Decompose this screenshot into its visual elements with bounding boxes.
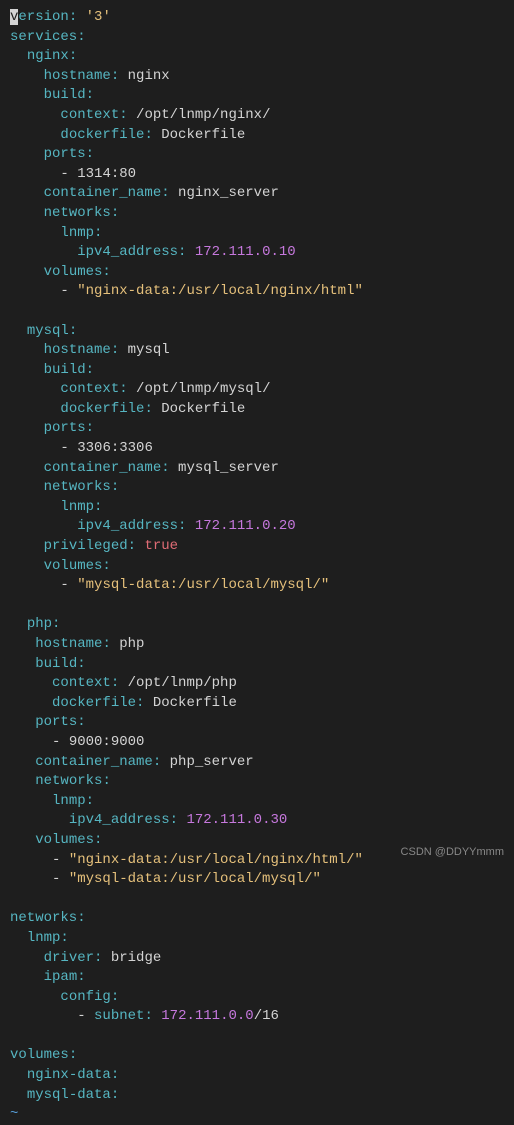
yaml-key: lnmp <box>52 793 86 809</box>
yaml-key: build <box>35 656 77 672</box>
yaml-key: hostname <box>44 68 111 84</box>
yaml-key: networks <box>44 479 111 495</box>
yaml-key: hostname <box>35 636 102 652</box>
yaml-key: nginx-data <box>27 1067 111 1083</box>
yaml-key: volumes <box>35 832 94 848</box>
yaml-value: /opt/lnmp/nginx/ <box>136 107 270 123</box>
watermark: CSDN @DDYYmmm <box>401 845 504 860</box>
yaml-string: "nginx-data:/usr/local/nginx/html" <box>77 283 363 299</box>
yaml-key: dockerfile <box>52 695 136 711</box>
yaml-key: ipv4_address <box>77 518 178 534</box>
yaml-key: ports <box>44 420 86 436</box>
yaml-key: context <box>60 381 119 397</box>
service-nginx: nginx <box>27 48 69 64</box>
yaml-key: ipv4_address <box>69 812 170 828</box>
yaml-string: "nginx-data:/usr/local/nginx/html/" <box>69 852 363 868</box>
yaml-key: ports <box>44 146 86 162</box>
yaml-key: networks <box>10 910 77 926</box>
yaml-string: "mysql-data:/usr/local/mysql/" <box>69 871 321 887</box>
yaml-key: context <box>60 107 119 123</box>
yaml-key: networks <box>44 205 111 221</box>
yaml-value: 1314:80 <box>77 166 136 182</box>
yaml-key: ports <box>35 714 77 730</box>
yaml-key: context <box>52 675 111 691</box>
yaml-key: container_name <box>44 185 162 201</box>
yaml-key: lnmp <box>60 499 94 515</box>
service-php: php <box>27 616 52 632</box>
yaml-value: bridge <box>111 950 161 966</box>
yaml-key: mysql-data <box>27 1087 111 1103</box>
ip-address: 172.111.0.10 <box>195 244 296 260</box>
yaml-value: Dockerfile <box>161 401 245 417</box>
yaml-key: volumes <box>44 264 103 280</box>
yaml-value: 3306:3306 <box>77 440 153 456</box>
yaml-key: dockerfile <box>60 401 144 417</box>
yaml-key: lnmp <box>60 225 94 241</box>
service-mysql: mysql <box>27 323 69 339</box>
yaml-value: Dockerfile <box>161 127 245 143</box>
yaml-bool: true <box>144 538 178 554</box>
yaml-string: "mysql-data:/usr/local/mysql/" <box>77 577 329 593</box>
yaml-key: lnmp <box>27 930 61 946</box>
yaml-key: networks <box>35 773 102 789</box>
ip-address: 172.111.0.30 <box>186 812 287 828</box>
yaml-value: 9000:9000 <box>69 734 145 750</box>
ip-address: 172.111.0.20 <box>195 518 296 534</box>
yaml-key: ipv4_address <box>77 244 178 260</box>
subnet-mask: /16 <box>254 1008 279 1024</box>
yaml-value: nginx_server <box>178 185 279 201</box>
yaml-code-block: version: '3' services: nginx: hostname: … <box>10 8 504 1125</box>
vim-tilde: ~ <box>10 1106 18 1122</box>
yaml-value: /opt/lnmp/mysql/ <box>136 381 270 397</box>
yaml-key: hostname <box>44 342 111 358</box>
yaml-key: services <box>10 29 77 45</box>
yaml-key: container_name <box>35 754 153 770</box>
yaml-key: driver <box>44 950 94 966</box>
yaml-key: privileged <box>44 538 128 554</box>
yaml-key: ersion <box>18 9 68 25</box>
yaml-value: Dockerfile <box>153 695 237 711</box>
yaml-value: nginx <box>128 68 170 84</box>
yaml-value: php_server <box>170 754 254 770</box>
yaml-string: '3' <box>86 9 111 25</box>
yaml-key: dockerfile <box>60 127 144 143</box>
yaml-key: build <box>44 87 86 103</box>
yaml-value: mysql <box>128 342 170 358</box>
yaml-key: container_name <box>44 460 162 476</box>
ip-address: 172.111.0.0 <box>161 1008 253 1024</box>
yaml-key: volumes <box>10 1047 69 1063</box>
yaml-value: /opt/lnmp/php <box>128 675 237 691</box>
yaml-key: build <box>44 362 86 378</box>
yaml-key: ipam <box>44 969 78 985</box>
yaml-key: subnet <box>94 1008 144 1024</box>
yaml-key: config <box>60 989 110 1005</box>
yaml-value: php <box>119 636 144 652</box>
yaml-value: mysql_server <box>178 460 279 476</box>
yaml-key: volumes <box>44 558 103 574</box>
